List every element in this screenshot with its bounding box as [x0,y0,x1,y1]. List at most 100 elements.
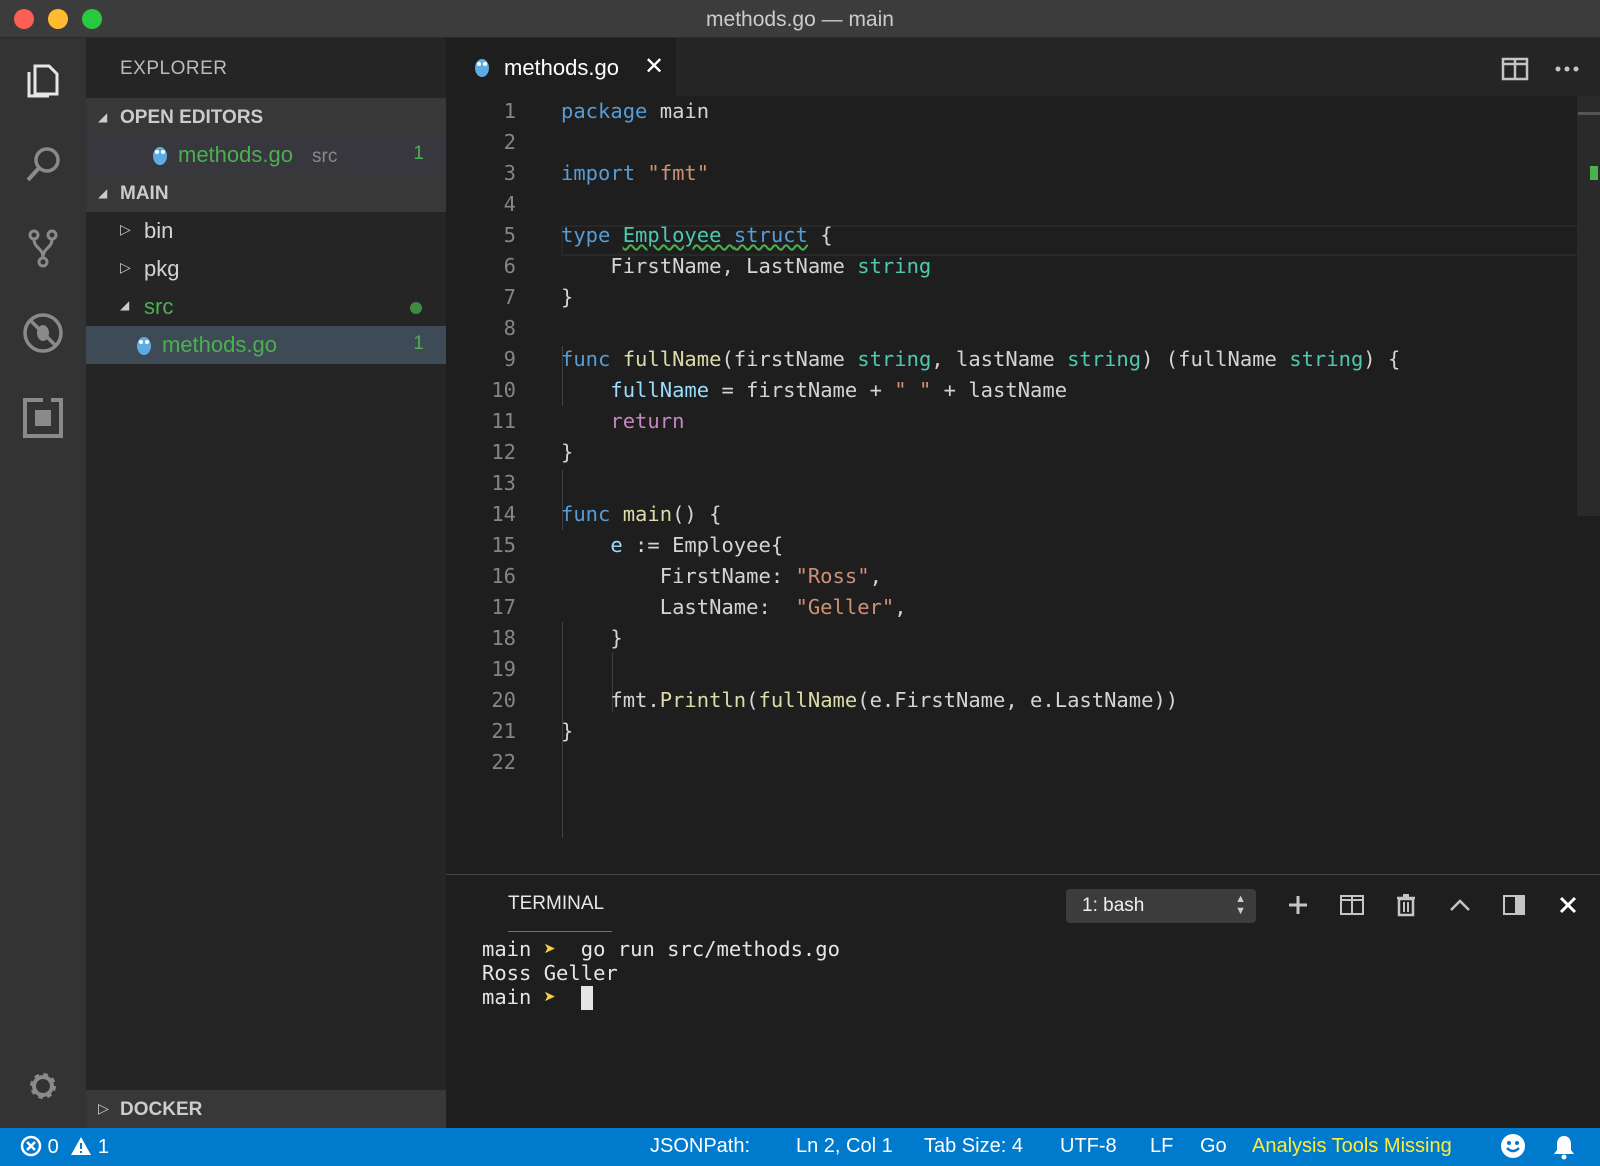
code-token: string [857,347,932,371]
activity-bar [0,38,86,1128]
problems-status[interactable]: 0 1 [20,1135,109,1159]
terminal-line[interactable]: main ➤ [482,985,593,1010]
folder-label: bin [144,218,174,243]
line-number: 22 [491,750,516,774]
code-token: main [647,99,710,123]
folder-item-src[interactable]: ◢ src [86,288,446,326]
code-line: 19 [446,654,1576,685]
line-number: 2 [503,130,516,154]
code-editor[interactable]: 1 package main 2 3 import "fmt" 4 5 type Em… [446,96,1600,874]
split-terminal-button[interactable] [1336,889,1368,921]
toggle-panel-position-button[interactable] [1498,889,1530,921]
smiley-icon [1501,1134,1525,1158]
notifications-button[interactable] [1552,1134,1576,1166]
close-tab-icon[interactable]: ✕ [644,52,664,81]
code-token: string [1289,347,1364,371]
trash-icon [1397,894,1415,917]
split-editor-icon[interactable] [1500,54,1530,84]
code-line: 13 [446,468,1576,499]
code-token: } [561,626,623,650]
prompt-cwd: main [482,985,532,1009]
open-editor-item[interactable]: methods.go src 1 [86,136,446,174]
code-token: LastName: [561,595,796,619]
terminal-select[interactable]: 1: bash ▲ ▼ [1066,889,1256,923]
editor-scrollbar[interactable] [1577,96,1600,516]
feedback-button[interactable] [1500,1133,1526,1165]
open-editors-header[interactable]: ◢ OPEN EDITORS [86,98,446,136]
terminal-line: main ➤ go run src/methods.go [482,937,840,961]
search-icon [26,147,60,182]
open-editors-label: OPEN EDITORS [120,107,264,128]
terminal-command: go run src/methods.go [568,937,840,961]
code-token: main [622,502,673,526]
change-marker [1590,166,1598,180]
window-title: methods.go — main [706,8,894,31]
active-tab-indicator [508,931,612,932]
tab-terminal[interactable]: TERMINAL [508,893,604,915]
code-token: fullName [622,347,722,371]
analysis-tools-status[interactable]: Analysis Tools Missing [1252,1135,1452,1158]
eol-status[interactable]: LF [1150,1135,1173,1158]
more-actions-icon[interactable] [1552,54,1582,84]
code-line: 1 package main [446,96,1576,127]
prompt-arrow-icon: ➤ [543,937,557,961]
extensions-activity[interactable] [0,378,86,458]
file-item-methods-go[interactable]: methods.go 1 [86,326,446,364]
open-editor-dir: src [312,146,338,167]
code-token: fullName [610,378,710,402]
code-line: 17 LastName: "Geller", [446,592,1576,623]
line-number: 8 [503,316,516,340]
code-line: 18 } [446,623,1576,654]
open-editor-filename: methods.go [178,142,293,167]
folder-item-bin[interactable]: ▷ bin [86,212,446,250]
go-file-icon [153,147,167,165]
close-panel-button[interactable] [1552,889,1584,921]
debug-activity[interactable] [0,293,86,373]
line-number: 18 [491,626,516,650]
code-line: 9 func fullName(firstName string, lastNam… [446,344,1576,375]
cursor-position-status[interactable]: Ln 2, Col 1 [796,1135,893,1158]
code-token: "fmt" [647,161,710,185]
code-token: Println [659,688,747,712]
docker-header[interactable]: ▷ DOCKER [86,1090,446,1128]
manage-activity[interactable] [0,1046,86,1126]
code-token: = firstName + [709,378,895,402]
tab-methods-go[interactable]: methods.go ✕ [446,38,676,96]
search-activity[interactable] [0,124,86,204]
main-folder-label: MAIN [120,183,169,204]
kill-terminal-button[interactable] [1390,889,1422,921]
code-token: { [807,223,833,247]
prompt-arrow-icon: ➤ [543,985,557,1009]
line-number: 3 [503,161,516,185]
line-number: 17 [491,595,516,619]
code-line: 22 [446,747,1576,778]
explorer-activity[interactable] [0,40,86,120]
expanded-icon: ◢ [98,186,108,200]
code-line: 21} [446,716,1576,747]
terminal-panel: TERMINAL 1: bash ▲ ▼ main ➤ go run src/me… [446,874,1600,1128]
terminal-output: Ross Geller [482,961,618,985]
maximize-panel-button[interactable] [1444,889,1476,921]
file-label: methods.go [162,332,277,357]
line-number: 4 [503,192,516,216]
folder-item-pkg[interactable]: ▷ pkg [86,250,446,288]
new-terminal-button[interactable] [1282,889,1314,921]
line-number: 16 [491,564,516,588]
tab-size-status[interactable]: Tab Size: 4 [924,1135,1023,1158]
debug-icon [23,313,63,353]
source-control-activity[interactable] [0,208,86,288]
encoding-status[interactable]: UTF-8 [1060,1135,1117,1158]
line-number: 15 [491,533,516,557]
code-token: "Geller" [795,595,895,619]
code-token: , [869,564,882,588]
main-folder-header[interactable]: ◢ MAIN [86,174,446,212]
source-control-icon [28,229,58,268]
tab-label: methods.go [504,55,619,80]
scroll-position-marker [1578,112,1600,115]
expanded-icon: ◢ [98,110,108,124]
jsonpath-status[interactable]: JSONPath: [650,1135,750,1158]
language-status[interactable]: Go [1200,1135,1227,1158]
